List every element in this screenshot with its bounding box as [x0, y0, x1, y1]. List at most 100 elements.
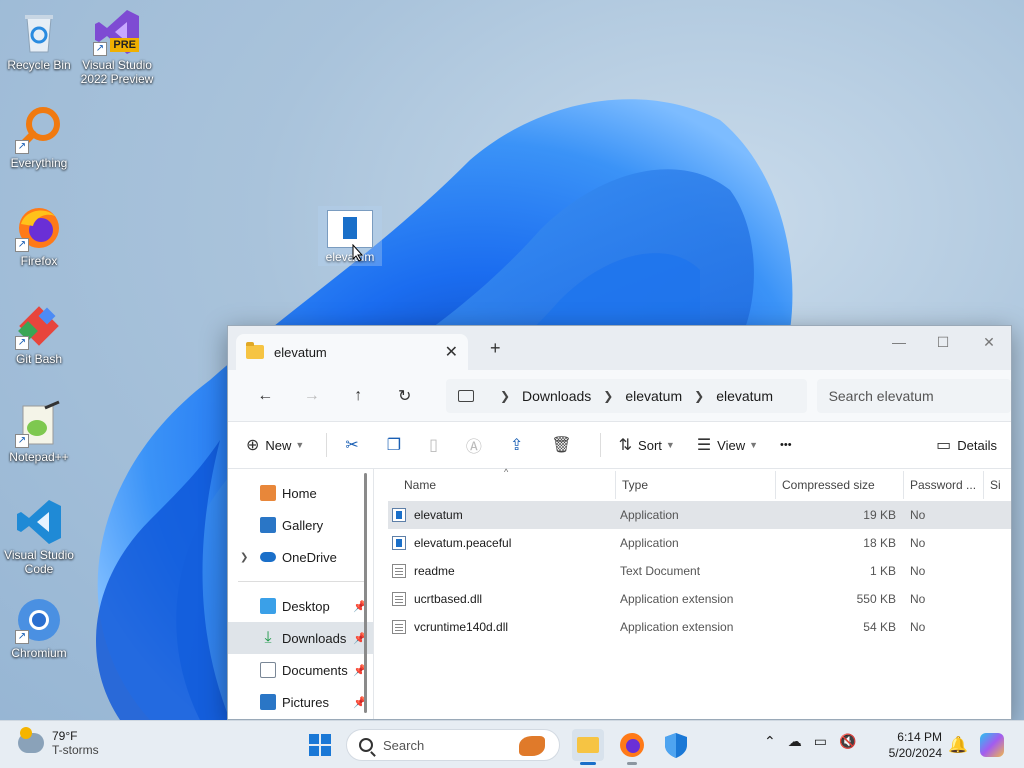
details-pane-button[interactable]: ▭ Details: [936, 435, 997, 455]
sidebar-item-desktop[interactable]: Desktop 📌: [228, 590, 373, 622]
file-name: readme: [414, 564, 455, 578]
file-type: Application extension: [620, 592, 734, 606]
weather-widget[interactable]: 79°F T-storms: [18, 727, 99, 757]
taskbar-firefox[interactable]: [616, 729, 648, 765]
column-password[interactable]: Password ...: [904, 471, 984, 499]
refresh-icon[interactable]: ↻: [381, 386, 427, 406]
file-list[interactable]: ^ Name Type Compressed size Password ...…: [374, 467, 1011, 719]
minimize-button[interactable]: —: [884, 334, 914, 350]
sort-ascending-icon: ^: [504, 467, 509, 477]
maximize-button[interactable]: ☐: [928, 334, 958, 351]
breadcrumb-elevatum-current[interactable]: elevatum: [716, 388, 773, 404]
text-document-icon: [392, 564, 406, 578]
column-compressed-size[interactable]: Compressed size: [776, 471, 904, 499]
search-highlight-icon: [519, 736, 545, 756]
delete-button[interactable]: 🗑: [551, 435, 577, 455]
sidebar-item-home[interactable]: Home: [228, 477, 373, 509]
desktop-icon-label: Firefox: [20, 254, 58, 268]
details-button-label: Details: [957, 437, 997, 453]
dragged-file-elevatum[interactable]: elevatum: [318, 206, 382, 266]
sidebar-item-documents[interactable]: Documents 📌: [228, 654, 373, 686]
desktop-icon-notepad-plus-plus[interactable]: ↗ Notepad++: [0, 400, 78, 464]
new-button[interactable]: ⊕ New ▼: [246, 435, 304, 455]
taskbar-windows-security[interactable]: [660, 729, 692, 761]
up-arrow-icon[interactable]: ↑: [335, 387, 381, 405]
chromium-icon: ↗: [15, 596, 63, 644]
taskbar-file-explorer[interactable]: [572, 729, 604, 765]
close-tab-icon[interactable]: ✕: [445, 342, 458, 362]
title-bar[interactable]: elevatum ✕ + — ☐ ✕: [228, 326, 1011, 370]
desktop-icon-label: Chromium: [11, 646, 67, 660]
desktop-icon-vscode[interactable]: Visual Studio Code: [0, 498, 78, 576]
copy-button[interactable]: ❐: [387, 435, 407, 455]
view-button[interactable]: ☰ View ▼: [697, 435, 758, 455]
desktop-icon-label: Visual Studio Code: [4, 548, 74, 576]
column-name[interactable]: Name: [388, 471, 616, 499]
shortcut-arrow-icon: ↗: [15, 434, 29, 448]
windows-logo-icon: [309, 734, 319, 744]
taskbar-search-box[interactable]: Search: [346, 729, 560, 761]
volume-muted-icon[interactable]: 🔇: [839, 733, 856, 750]
share-button[interactable]: ⇪: [510, 435, 529, 455]
desktop-icon-everything[interactable]: ↗ Everything: [0, 106, 78, 170]
file-explorer-window[interactable]: elevatum ✕ + — ☐ ✕ ← → ↑ ↻ ❯ Downloads ❯…: [227, 325, 1012, 720]
column-type[interactable]: Type: [616, 471, 776, 499]
sidebar-item-gallery[interactable]: Gallery: [228, 509, 373, 541]
breadcrumb-elevatum[interactable]: elevatum: [625, 388, 682, 404]
file-row[interactable]: readme Text Document 1 KB No: [388, 557, 1011, 585]
chevron-right-icon[interactable]: ❯: [240, 552, 248, 563]
clock[interactable]: 6:14 PM 5/20/2024: [884, 729, 942, 761]
sort-icon: ⇅: [618, 437, 633, 454]
file-row[interactable]: ucrtbased.dll Application extension 550 …: [388, 585, 1011, 613]
column-size[interactable]: Si: [984, 471, 1004, 499]
file-size: 550 KB: [856, 592, 896, 606]
application-icon: [392, 508, 406, 522]
sort-button[interactable]: ⇅ Sort ▼: [619, 435, 675, 455]
sidebar-item-pictures[interactable]: Pictures 📌: [228, 686, 373, 718]
notification-bell-icon[interactable]: 🔔: [948, 735, 968, 755]
forward-arrow-icon[interactable]: →: [288, 387, 334, 405]
sidebar-item-onedrive[interactable]: ❯ OneDrive: [228, 541, 373, 573]
file-row[interactable]: elevatum.peaceful Application 18 KB No: [388, 529, 1011, 557]
back-arrow-icon[interactable]: ←: [242, 387, 288, 405]
cut-button[interactable]: ✂: [345, 435, 364, 455]
start-button[interactable]: [309, 734, 331, 756]
file-row[interactable]: vcruntime140d.dll Application extension …: [388, 613, 1011, 641]
file-password: No: [910, 508, 926, 522]
desktop-icon-visual-studio-preview[interactable]: PRE ↗ Visual Studio 2022 Preview: [78, 8, 156, 86]
file-size: 19 KB: [863, 508, 896, 522]
application-icon: [327, 210, 373, 248]
chevron-down-icon: ▼: [749, 440, 759, 450]
breadcrumb-downloads[interactable]: Downloads: [522, 388, 591, 404]
rename-button[interactable]: Ⓐ: [466, 433, 488, 457]
network-offline-icon[interactable]: ☁: [788, 733, 802, 750]
search-input[interactable]: Search elevatum: [816, 378, 1011, 413]
documents-icon: [260, 662, 276, 678]
command-bar: ⊕ New ▼ ✂ ❐ ▯ Ⓐ ⇪ 🗑 ⇅ Sort ▼ ☰ View ▼ ••…: [228, 422, 1011, 469]
weather-temperature: 79°F: [52, 729, 78, 743]
desktop-icon-label: Git Bash: [15, 352, 63, 366]
desktop-icon-git-bash[interactable]: ↗ Git Bash: [0, 302, 78, 366]
desktop-icon-firefox[interactable]: ↗ Firefox: [0, 204, 78, 268]
sidebar-item-downloads[interactable]: ⤓ Downloads 📌: [228, 622, 373, 654]
file-size: 18 KB: [863, 536, 896, 550]
dll-file-icon: [392, 592, 406, 606]
sidebar-scrollbar[interactable]: [364, 473, 367, 713]
address-bar[interactable]: ❯ Downloads ❯ elevatum ❯ elevatum: [445, 378, 807, 413]
tab-elevatum[interactable]: elevatum ✕: [236, 334, 468, 370]
display-icon[interactable]: ▭: [814, 733, 827, 750]
file-password: No: [910, 564, 926, 578]
desktop-icon-recycle-bin[interactable]: Recycle Bin: [0, 8, 78, 72]
chevron-up-icon[interactable]: ⌃: [764, 733, 776, 750]
taskbar-search-label: Search: [383, 737, 425, 753]
new-tab-button[interactable]: +: [490, 338, 501, 359]
navigation-pane[interactable]: Home Gallery ❯ OneDrive Desktop 📌 ⤓ Down…: [228, 469, 374, 719]
file-row[interactable]: elevatum Application 19 KB No: [388, 501, 1011, 529]
sidebar-item-label: OneDrive: [282, 549, 337, 565]
more-options-button[interactable]: •••: [780, 439, 792, 451]
close-window-button[interactable]: ✕: [974, 334, 1004, 351]
divider: [599, 433, 601, 457]
paste-button[interactable]: ▯: [429, 435, 444, 455]
desktop-icon-chromium[interactable]: ↗ Chromium: [0, 596, 78, 660]
copilot-icon[interactable]: [980, 733, 1004, 757]
